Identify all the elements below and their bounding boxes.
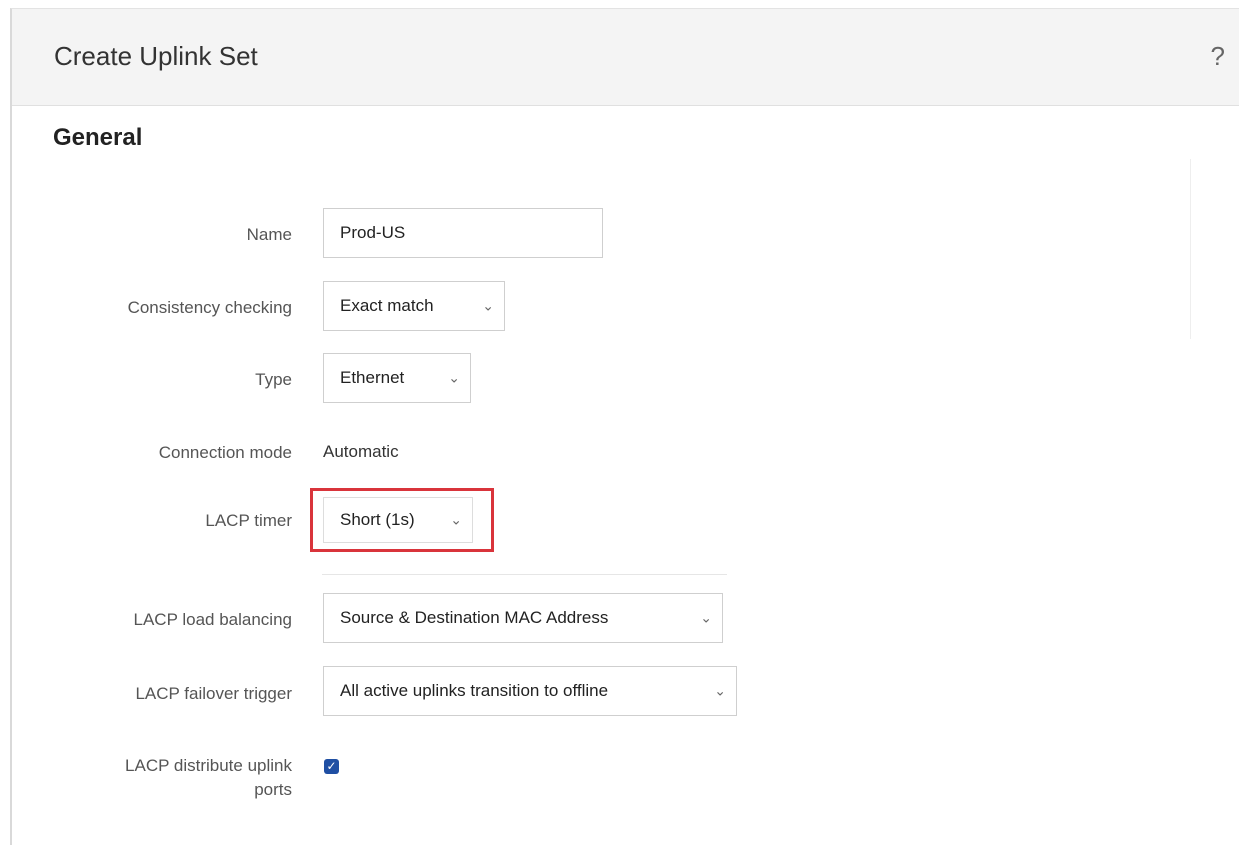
chevron-down-icon: ⌄ xyxy=(482,297,494,314)
dialog-title: Create Uplink Set xyxy=(54,41,258,71)
divider xyxy=(322,574,727,581)
section-title-general: General xyxy=(53,124,143,151)
lacp-failover-trigger-select[interactable]: All active uplinks transition to offline… xyxy=(323,666,737,716)
create-uplink-set-dialog: Create Uplink Set ? General Name Prod-US… xyxy=(10,8,1239,845)
lacp-load-balancing-label: LACP load balancing xyxy=(133,610,292,629)
checkmark-icon: ✓ xyxy=(326,759,337,773)
lacp-timer-label: LACP timer xyxy=(205,511,292,530)
dialog-header: Create Uplink Set ? xyxy=(12,9,1239,106)
lacp-distribute-uplink-ports-label: LACP distribute uplink ports xyxy=(2,754,292,802)
lacp-failover-trigger-value: All active uplinks transition to offline xyxy=(340,681,609,700)
lacp-timer-highlight xyxy=(310,488,494,552)
chevron-down-icon: ⌄ xyxy=(448,369,460,386)
chevron-down-icon: ⌄ xyxy=(700,609,712,626)
name-input[interactable]: Prod-US xyxy=(323,208,603,258)
connection-mode-label: Connection mode xyxy=(158,443,292,462)
lacp-failover-trigger-label: LACP failover trigger xyxy=(135,684,292,703)
consistency-checking-label: Consistency checking xyxy=(127,298,292,317)
type-select[interactable]: Ethernet ⌄ xyxy=(323,353,471,403)
lacp-distribute-label-line1: LACP distribute uplink xyxy=(125,756,292,775)
connection-mode-value: Automatic xyxy=(323,442,399,461)
panel-divider xyxy=(1190,159,1191,339)
lacp-distribute-uplink-ports-checkbox[interactable]: ✓ xyxy=(324,759,339,774)
name-label: Name xyxy=(246,225,292,244)
type-value: Ethernet xyxy=(340,368,405,387)
chevron-down-icon: ⌄ xyxy=(714,682,726,699)
consistency-checking-value: Exact match xyxy=(340,296,434,315)
consistency-checking-select[interactable]: Exact match ⌄ xyxy=(323,281,505,331)
lacp-load-balancing-select[interactable]: Source & Destination MAC Address ⌄ xyxy=(323,593,723,643)
lacp-load-balancing-value: Source & Destination MAC Address xyxy=(340,608,609,627)
lacp-distribute-label-line2: ports xyxy=(254,780,292,799)
name-input-value: Prod-US xyxy=(340,223,406,242)
help-icon[interactable]: ? xyxy=(1211,41,1225,72)
type-label: Type xyxy=(255,370,292,389)
